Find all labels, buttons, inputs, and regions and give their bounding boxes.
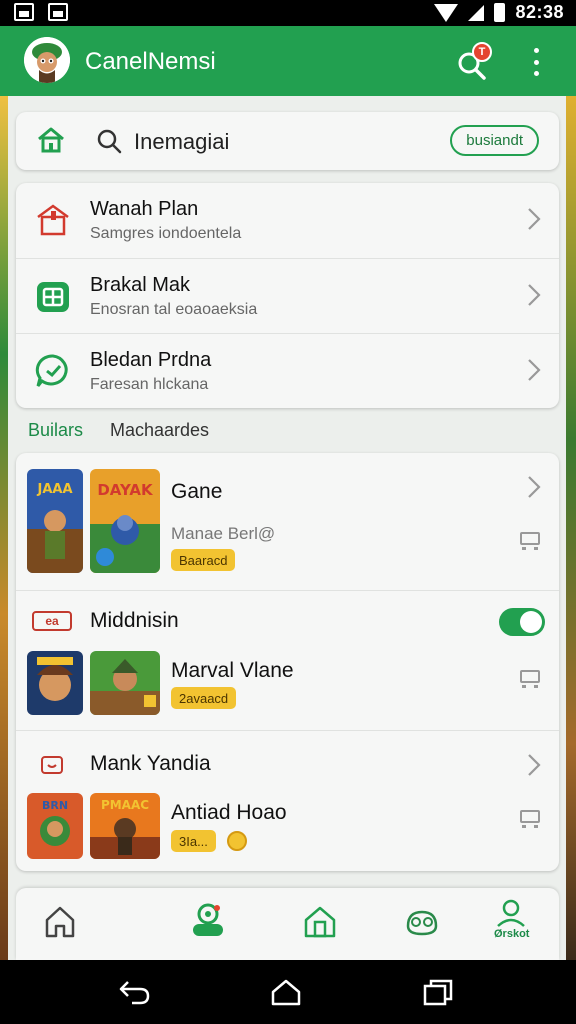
- status-time: 82:38: [515, 2, 564, 22]
- game-tag: 3Ia...: [171, 830, 216, 852]
- device-icon[interactable]: [519, 531, 541, 551]
- tab-builars[interactable]: Builars: [28, 420, 83, 441]
- bottom-nav: Ørskot: [16, 888, 559, 960]
- home-nav-icon[interactable]: [270, 978, 302, 1006]
- chevron-right-icon: [528, 284, 541, 306]
- section-title: Middnisin: [90, 609, 179, 632]
- backdrop-right: [566, 95, 576, 960]
- back-icon[interactable]: [118, 978, 150, 1006]
- chevron-right-icon[interactable]: [527, 475, 541, 499]
- game-thumbnail[interactable]: [27, 651, 83, 715]
- game-thumbnail[interactable]: JAAA: [27, 469, 83, 573]
- game-section-gane[interactable]: JAAA DAYAK Gane Manae Berl@ Baaracd: [16, 453, 559, 590]
- photo-notification-icon: [48, 3, 68, 21]
- game-thumbnail[interactable]: [90, 651, 160, 715]
- game-section-mank-yandia[interactable]: Mank Yandia BRN PMAAC Antiad Hoao 3Ia...: [16, 730, 559, 871]
- wifi-icon: [434, 3, 459, 22]
- game-thumbnail[interactable]: DAYAK: [90, 469, 160, 573]
- notification-badge: T: [472, 42, 492, 62]
- nav-profile-icon[interactable]: [494, 898, 528, 928]
- gamepad-icon: [41, 756, 63, 774]
- nav-community-icon[interactable]: [402, 902, 442, 942]
- recents-icon[interactable]: [422, 978, 454, 1006]
- nav-house-icon[interactable]: [300, 902, 340, 942]
- search-input[interactable]: Inemagiai: [134, 129, 229, 155]
- search-bar[interactable]: Inemagiai busiandt: [16, 112, 559, 170]
- game-title: Antiad Hoao: [171, 801, 287, 824]
- coin-icon: [227, 831, 247, 851]
- game-subtitle: Manae Berl@: [171, 524, 276, 543]
- menu-item-title: Wanah Plan: [90, 198, 199, 220]
- menu-list: Wanah Plan Samgres iondoentela Brakal Ma…: [16, 183, 559, 408]
- game-tag: 2avaacd: [171, 687, 237, 709]
- device-icon[interactable]: [519, 809, 541, 829]
- calendar-icon: [37, 282, 69, 312]
- menu-item-brakal-mak[interactable]: Brakal Mak Enosran tal eoaoaeksia: [16, 258, 559, 333]
- game-title: Marval Vlane: [171, 659, 294, 682]
- section-title: Mank Yandia: [90, 752, 211, 775]
- image-notification-icon: [14, 3, 34, 21]
- game-section-middnisin[interactable]: ea Middnisin Marval Vlane 2avaacd: [16, 590, 559, 730]
- search-button[interactable]: T: [454, 42, 492, 82]
- shop-icon: [37, 204, 69, 236]
- app-bar: CanelNemsi T: [0, 26, 576, 96]
- nav-profile-label: Ørskot: [494, 928, 530, 940]
- menu-item-title: Bledan Prdna: [90, 349, 212, 371]
- game-title: Gane: [171, 480, 223, 503]
- menu-item-subtitle: Samgres iondoentela: [90, 225, 242, 242]
- game-tag: Baaracd: [171, 549, 236, 571]
- chevron-right-icon[interactable]: [527, 753, 541, 777]
- avatar[interactable]: [24, 37, 70, 83]
- svg-text:BRN: BRN: [42, 799, 68, 812]
- signal-icon: [468, 4, 485, 21]
- svg-text:JAAA: JAAA: [36, 482, 72, 497]
- menu-item-bledan-prdna[interactable]: Bledan Prdna Faresan hlckana: [16, 333, 559, 408]
- menu-item-wanah-plan[interactable]: Wanah Plan Samgres iondoentela: [16, 183, 559, 258]
- section-toggle[interactable]: [499, 608, 545, 636]
- app-title: CanelNemsi: [85, 48, 216, 75]
- battery-icon: [494, 3, 506, 22]
- chevron-right-icon: [528, 359, 541, 381]
- menu-item-subtitle: Enosran tal eoaoaeksia: [90, 301, 258, 318]
- menu-item-subtitle: Faresan hlckana: [90, 376, 209, 393]
- svg-text:DAYAK: DAYAK: [97, 481, 154, 499]
- backdrop-left: [0, 95, 8, 960]
- section-badge: ea: [32, 611, 72, 631]
- games-list: JAAA DAYAK Gane Manae Berl@ Baaracd ea M: [16, 453, 559, 871]
- nav-games-icon[interactable]: [188, 902, 228, 942]
- chat-icon: [35, 354, 68, 387]
- svg-text:PMAAC: PMAAC: [101, 798, 149, 812]
- chevron-right-icon: [528, 208, 541, 230]
- search-filter-button[interactable]: busiandt: [450, 125, 539, 156]
- menu-item-title: Brakal Mak: [90, 274, 191, 296]
- home-icon[interactable]: [36, 126, 66, 154]
- game-thumbnail[interactable]: PMAAC: [90, 793, 160, 859]
- device-icon[interactable]: [519, 669, 541, 689]
- search-icon: [97, 129, 122, 154]
- tab-machaardes[interactable]: Machaardes: [110, 420, 209, 441]
- more-menu-icon[interactable]: [526, 48, 546, 76]
- nav-home-icon[interactable]: [40, 902, 80, 942]
- status-bar: 82:38: [0, 0, 576, 26]
- game-thumbnail[interactable]: BRN: [27, 793, 83, 859]
- system-nav-bar: [0, 960, 576, 1024]
